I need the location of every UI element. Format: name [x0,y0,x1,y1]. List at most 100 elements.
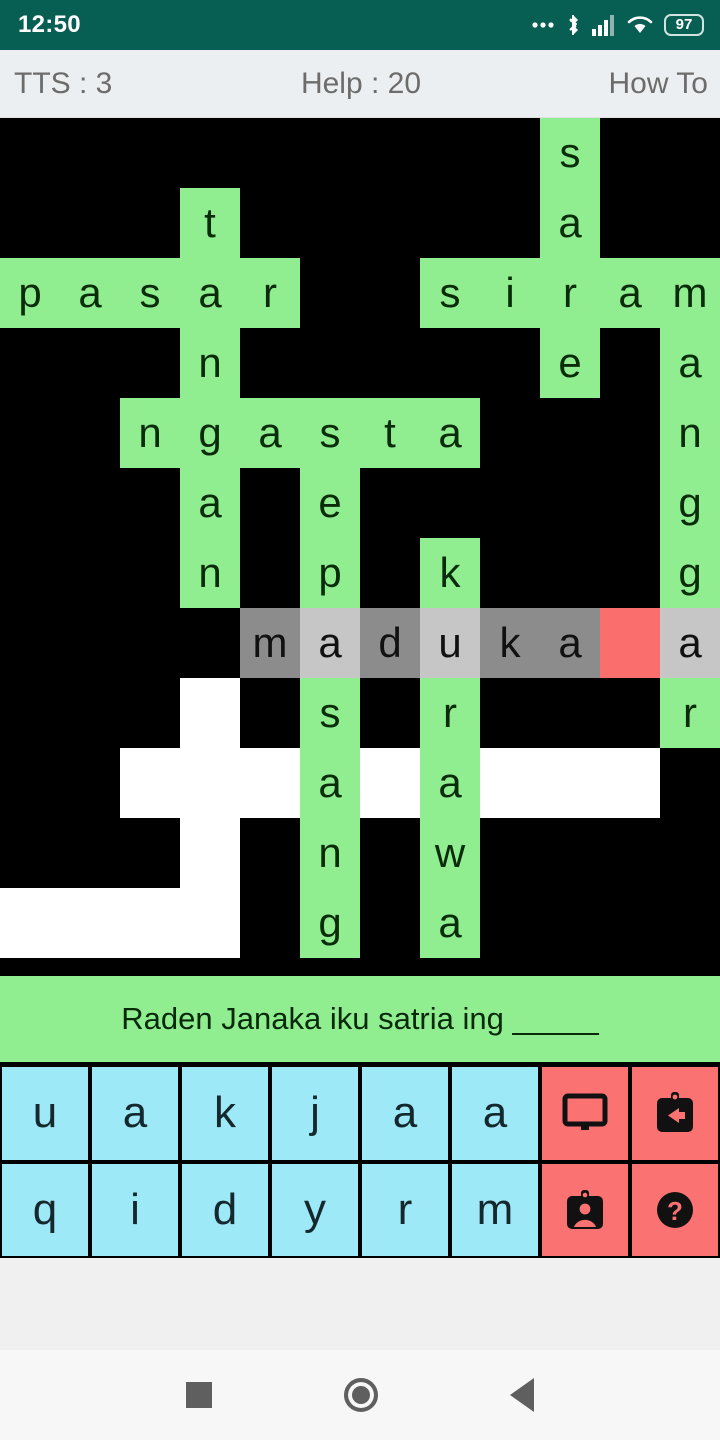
grid-cell-r7-c7[interactable]: u [420,608,480,678]
grid-cell-r11-c1[interactable] [60,888,120,958]
back-triangle-icon[interactable] [510,1378,534,1412]
grid-cell-r9-c10[interactable] [600,748,660,818]
grid-cell-r7-c5[interactable]: a [300,608,360,678]
grid-cell-r4-c3[interactable]: g [180,398,240,468]
keyboard: uakjaa q i d y r m? [0,1065,720,1258]
status-bar: 12:50 97 [0,0,720,50]
grid-cell-r9-c2[interactable] [120,748,180,818]
keyboard-row-1: uakjaa [0,1065,720,1162]
grid-cell-r9-c7[interactable]: a [420,748,480,818]
grid-cell-r9-c5[interactable]: a [300,748,360,818]
grid-cell-r10-c3[interactable] [180,818,240,888]
keyboard-row-2: q i d y r m? [0,1161,720,1258]
battery-icon: 97 [664,14,704,36]
grid-cell-r4-c6[interactable]: t [360,398,420,468]
clue-bar: Raden Janaka iku satria ing _____ [0,973,720,1065]
crossword-grid-container: stapasarsiramneangastanaegnpkgmadukaasrr… [0,118,720,973]
key-y[interactable]: y [270,1161,360,1258]
home-circle-icon[interactable] [344,1378,378,1412]
grid-cell-r8-c3[interactable] [180,678,240,748]
grid-cell-r3-c11[interactable]: a [660,328,720,398]
key-a-1[interactable]: a [90,1065,180,1162]
bluetooth-icon [565,13,581,37]
status-icons: 97 [532,13,704,37]
grid-cell-r2-c2[interactable]: s [120,258,180,328]
grid-cell-r9-c8[interactable] [480,748,540,818]
backspace-icon[interactable] [630,1065,720,1162]
bottom-filler [0,1258,720,1350]
grid-cell-r6-c5[interactable]: p [300,538,360,608]
grid-cell-r9-c6[interactable] [360,748,420,818]
grid-cell-r6-c7[interactable]: k [420,538,480,608]
grid-cell-r2-c10[interactable]: a [600,258,660,328]
account-badge-icon[interactable] [540,1161,630,1258]
grid-cell-r4-c7[interactable]: a [420,398,480,468]
more-dots-icon [532,21,554,29]
grid-cell-r2-c3[interactable]: a [180,258,240,328]
key-q[interactable]: q [0,1161,90,1258]
grid-cell-r7-c10[interactable] [600,608,660,678]
grid-cell-r10-c5[interactable]: n [300,818,360,888]
key-a-2[interactable]: a [360,1065,450,1162]
key-m[interactable]: m [450,1161,540,1258]
key-i[interactable]: i [90,1161,180,1258]
grid-cell-r9-c4[interactable] [240,748,300,818]
grid-cell-r7-c9[interactable]: a [540,608,600,678]
tts-counter[interactable]: TTS : 3 [0,67,245,101]
grid-cell-r3-c9[interactable]: e [540,328,600,398]
crossword-grid[interactable]: stapasarsiramneangastanaegnpkgmadukaasrr… [0,118,720,973]
grid-cell-r8-c11[interactable]: r [660,678,720,748]
app-root: 12:50 97 TTS: 3 Help: 20 How To s t a … [0,0,720,1440]
grid-cell-r5-c5[interactable]: e [300,468,360,538]
help-counter[interactable]: Help : 20 [245,67,476,101]
key-j[interactable]: j [270,1065,360,1162]
grid-cell-r2-c7[interactable]: s [420,258,480,328]
grid-cell-r7-c4[interactable]: m [240,608,300,678]
grid-cell-r9-c3[interactable] [180,748,240,818]
how-to-button[interactable]: How To [477,67,720,101]
grid-cell-r0-c9[interactable]: s [540,118,600,188]
grid-cell-r9-c9[interactable] [540,748,600,818]
key-k[interactable]: k [180,1065,270,1162]
help-icon[interactable]: ? [630,1161,720,1258]
grid-cell-r11-c2[interactable] [120,888,180,958]
grid-cell-r4-c5[interactable]: s [300,398,360,468]
svg-text:?: ? [667,1196,683,1226]
grid-cell-r8-c7[interactable]: r [420,678,480,748]
key-r[interactable]: r [360,1161,450,1258]
grid-cell-r11-c7[interactable]: a [420,888,480,958]
monitor-icon[interactable] [540,1065,630,1162]
grid-cell-r7-c6[interactable]: d [360,608,420,678]
grid-cell-r2-c11[interactable]: m [660,258,720,328]
grid-cell-r7-c8[interactable]: k [480,608,540,678]
recents-square-icon[interactable] [186,1382,212,1408]
key-a-3[interactable]: a [450,1065,540,1162]
grid-cell-r7-c11[interactable]: a [660,608,720,678]
grid-cell-r6-c11[interactable]: g [660,538,720,608]
android-nav-bar [0,1350,720,1440]
grid-cell-r2-c8[interactable]: i [480,258,540,328]
signal-bars-icon [592,14,616,36]
grid-cell-r4-c11[interactable]: n [660,398,720,468]
grid-cell-r2-c0[interactable]: p [0,258,60,328]
grid-cell-r4-c4[interactable]: a [240,398,300,468]
grid-cell-r5-c3[interactable]: a [180,468,240,538]
grid-cell-r1-c9[interactable]: a [540,188,600,258]
app-bar: TTS : 3 Help : 20 How To [0,50,720,118]
wifi-icon [627,15,653,35]
key-d[interactable]: d [180,1161,270,1258]
grid-cell-r10-c7[interactable]: w [420,818,480,888]
grid-cell-r5-c11[interactable]: g [660,468,720,538]
grid-cell-r1-c3[interactable]: t [180,188,240,258]
grid-cell-r4-c2[interactable]: n [120,398,180,468]
grid-cell-r2-c4[interactable]: r [240,258,300,328]
grid-cell-r3-c3[interactable]: n [180,328,240,398]
grid-cell-r8-c5[interactable]: s [300,678,360,748]
key-u[interactable]: u [0,1065,90,1162]
grid-cell-r11-c5[interactable]: g [300,888,360,958]
grid-cell-r11-c0[interactable] [0,888,60,958]
grid-cell-r2-c9[interactable]: r [540,258,600,328]
grid-cell-r11-c3[interactable] [180,888,240,958]
grid-cell-r2-c1[interactable]: a [60,258,120,328]
grid-cell-r6-c3[interactable]: n [180,538,240,608]
